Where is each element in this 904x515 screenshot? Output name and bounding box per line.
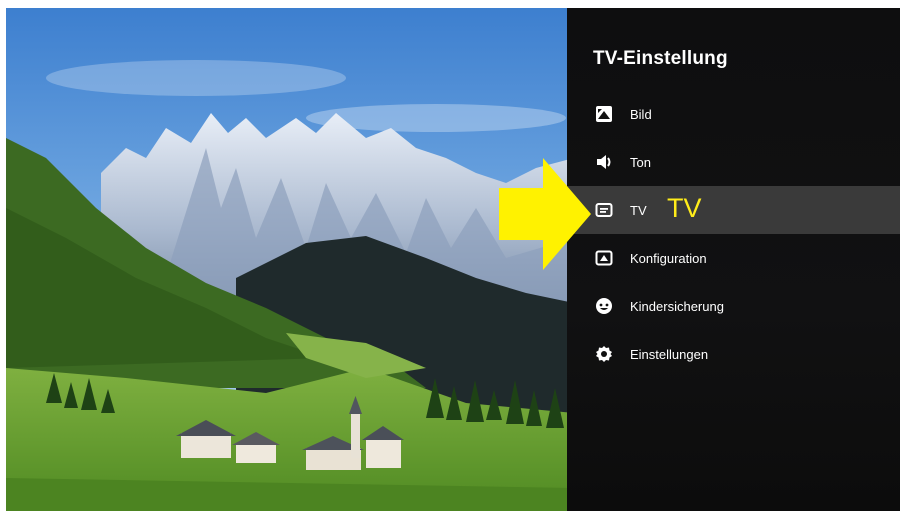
- menu-item-einstellungen[interactable]: Einstellungen: [567, 330, 900, 378]
- speaker-icon: [594, 152, 614, 172]
- menu-item-label: TV: [630, 202, 647, 218]
- menu-item-label: Ton: [630, 154, 651, 170]
- tv-settings-panel: TV-Einstellung Bild Ton TV TV Konfigurat…: [567, 8, 900, 511]
- menu-item-tv[interactable]: TV TV: [567, 186, 900, 234]
- configuration-icon: [594, 248, 614, 268]
- annotation-tv-label: TV: [667, 193, 702, 223]
- settings-menu: Bild Ton TV TV Konfiguration Kindersiche…: [567, 90, 900, 378]
- panel-title: TV-Einstellung: [593, 48, 728, 69]
- gear-icon: [594, 344, 614, 364]
- tv-icon: [594, 200, 614, 220]
- menu-item-label: Einstellungen: [630, 346, 709, 362]
- menu-item-kindersicherung[interactable]: Kindersicherung: [567, 282, 900, 330]
- menu-item-label: Kindersicherung: [630, 298, 724, 314]
- menu-item-label: Konfiguration: [630, 250, 707, 266]
- yellow-arrow-icon: [499, 158, 591, 270]
- menu-item-bild[interactable]: Bild: [567, 90, 900, 138]
- menu-item-konfiguration[interactable]: Konfiguration: [567, 234, 900, 282]
- menu-item-ton[interactable]: Ton: [567, 138, 900, 186]
- child-lock-icon: [594, 296, 614, 316]
- picture-icon: [594, 104, 614, 124]
- menu-item-label: Bild: [630, 106, 652, 122]
- mountain-landscape-background: [6, 8, 574, 511]
- tv-screen: TV-Einstellung Bild Ton TV TV Konfigurat…: [6, 8, 900, 511]
